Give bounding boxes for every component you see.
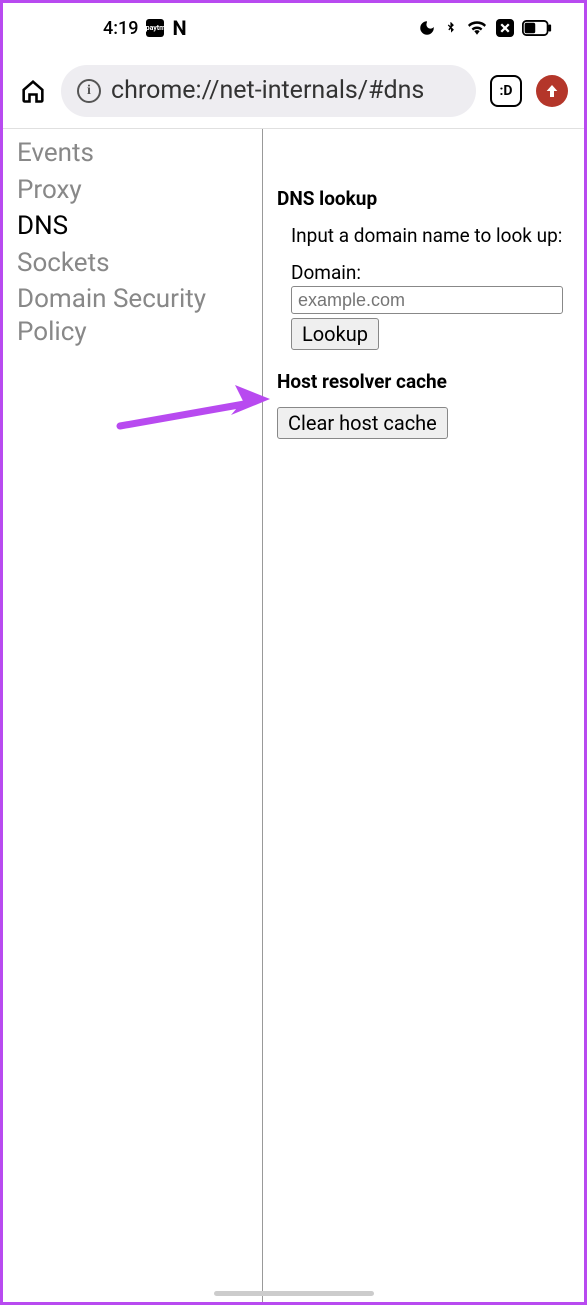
bluetooth-icon (444, 18, 458, 38)
close-badge-icon (496, 19, 514, 37)
domain-input[interactable] (291, 286, 563, 314)
status-right (418, 18, 552, 38)
host-resolver-cache-heading: Host resolver cache (277, 370, 570, 393)
tabs-button[interactable]: :D (490, 75, 522, 107)
url-bar[interactable]: i chrome://net-internals/#dns (61, 65, 476, 117)
status-time: 4:19 (103, 18, 138, 39)
update-menu-button[interactable] (536, 75, 568, 107)
sidebar-item-dns[interactable]: DNS (3, 208, 262, 245)
netflix-notification-icon: N (172, 16, 186, 40)
sidebar-item-domain-security-policy[interactable]: Domain Security Policy (3, 281, 262, 350)
sidebar-item-events[interactable]: Events (3, 135, 262, 172)
url-text: chrome://net-internals/#dns (111, 76, 424, 105)
home-button[interactable] (19, 77, 47, 105)
status-left: 4:19 paytm N (103, 16, 187, 40)
page-content: Events Proxy DNS Sockets Domain Security… (3, 129, 584, 1302)
lookup-button[interactable]: Lookup (291, 318, 379, 350)
app-notification-icon: paytm (146, 19, 164, 37)
clear-host-cache-button[interactable]: Clear host cache (277, 407, 448, 439)
dns-lookup-heading: DNS lookup (277, 187, 570, 210)
site-info-icon[interactable]: i (77, 79, 101, 103)
dnd-moon-icon (418, 19, 436, 37)
main-panel: DNS lookup Input a domain name to look u… (263, 129, 584, 1302)
wifi-icon (466, 19, 488, 37)
battery-icon (522, 20, 552, 36)
status-bar: 4:19 paytm N (3, 3, 584, 53)
sidebar: Events Proxy DNS Sockets Domain Security… (3, 129, 263, 1302)
gesture-nav-handle[interactable] (214, 1291, 374, 1296)
domain-label: Domain: (291, 261, 570, 284)
tab-count: :D (499, 83, 512, 99)
browser-toolbar: i chrome://net-internals/#dns :D (3, 53, 584, 129)
home-icon (19, 77, 47, 105)
dns-lookup-instruction: Input a domain name to look up: (291, 224, 570, 247)
arrow-up-icon (544, 83, 560, 99)
sidebar-item-sockets[interactable]: Sockets (3, 245, 262, 282)
sidebar-item-proxy[interactable]: Proxy (3, 172, 262, 209)
